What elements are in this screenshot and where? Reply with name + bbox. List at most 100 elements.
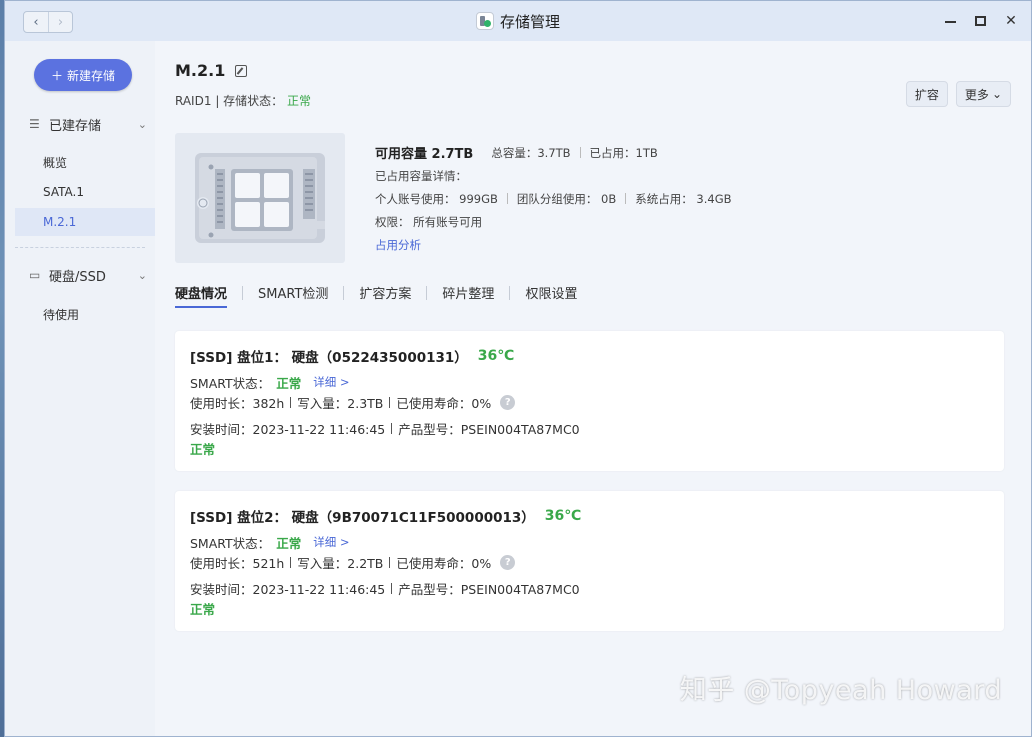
life-used: 已使用寿命：0% — [396, 555, 492, 571]
divider — [389, 556, 391, 568]
used-detail-breakdown: 个人账号使用： 999GB 团队分组使用： 0B 系统占用： 3.4GB — [375, 187, 732, 210]
minimize-icon — [945, 21, 956, 23]
raid-level: RAID1 — [175, 94, 212, 108]
main-panel: M.2.1 RAID1 | 存储状态： 正常 扩容 更多 ⌄ 可用容量 2.7T… — [155, 41, 1031, 736]
smart-status: 正常 — [276, 375, 302, 391]
divider — [391, 582, 393, 594]
disk-title: [SSD] 盘位2： 硬盘（9B70071C11F500000013） — [190, 510, 535, 526]
sidebar-item-overview[interactable]: 概览 — [15, 148, 155, 176]
more-label: 更多 — [964, 87, 989, 102]
disk-temperature: 36℃ — [544, 508, 582, 524]
close-button[interactable]: ✕ — [1005, 13, 1017, 29]
help-icon[interactable]: ? — [500, 394, 516, 410]
install-time: 安装时间：2023-11-22 11:46:45 — [190, 421, 386, 437]
new-storage-label: 新建存储 — [67, 68, 116, 83]
separator-text: | — [215, 94, 224, 108]
storage-app-icon — [475, 12, 494, 30]
disk-state: 正常 — [190, 601, 216, 617]
usage-analysis-link[interactable]: 占用分析 — [375, 237, 421, 253]
back-button[interactable]: ‹ — [24, 12, 48, 32]
database-icon: ☰ — [29, 117, 40, 131]
sidebar-item-m21[interactable]: M.2.1 — [15, 208, 155, 236]
volume-status-line: RAID1 | 存储状态： 正常 — [175, 92, 311, 109]
tab-divider — [426, 285, 428, 300]
smart-line: SMART状态： 正常 详细 > — [190, 532, 989, 552]
status-value: 正常 — [287, 94, 312, 108]
maximize-button[interactable] — [975, 13, 987, 29]
maximize-icon — [975, 16, 986, 26]
storage-manager-window: ‹ › 存储管理 ✕ ＋ 新建存储 ☰ 已建存储 ⌄ 概览 SATA.1 M.2… — [4, 0, 1032, 737]
volume-title: M.2.1 — [175, 61, 248, 80]
sidebar-item-sata1[interactable]: SATA.1 — [15, 178, 155, 206]
permission-info: 权限： 所有账号可用 — [375, 214, 483, 229]
divider — [389, 396, 391, 408]
install-time: 安装时间：2023-11-22 11:46:45 — [190, 581, 386, 597]
volume-name: M.2.1 — [175, 61, 226, 80]
tab-smart[interactable]: SMART检测 — [258, 283, 328, 308]
disk-title: [SSD] 盘位1： 硬盘（0522435000131） — [190, 350, 468, 366]
available-capacity: 可用容量 2.7TB — [375, 147, 474, 162]
sidebar-divider — [15, 247, 145, 248]
sidebar-item-unused[interactable]: 待使用 — [15, 300, 155, 328]
ssd-card-icon — [195, 153, 325, 243]
new-storage-button[interactable]: ＋ 新建存储 — [34, 59, 132, 91]
close-icon: ✕ — [1005, 13, 1017, 29]
sidebar-section-volumes[interactable]: ☰ 已建存储 ⌄ — [5, 111, 155, 137]
disk-card: [SSD] 盘位1： 硬盘（0522435000131） 36℃ SMART状态… — [175, 331, 1004, 471]
m2-ssd-illustration — [175, 133, 345, 263]
uptime: 使用时长：382h — [190, 395, 285, 411]
uptime: 使用时长：521h — [190, 555, 285, 571]
life-used: 已使用寿命：0% — [396, 395, 492, 411]
capacity-info: 可用容量 2.7TB 总容量：3.7TB 已占用：1TB 已占用容量详情： 个人… — [375, 141, 732, 256]
expand-button[interactable]: 扩容 — [905, 81, 948, 107]
tab-defrag[interactable]: 碎片整理 — [442, 283, 494, 308]
tab-divider — [242, 285, 244, 300]
tab-disk-status[interactable]: 硬盘情况 — [175, 283, 228, 308]
plus-icon: ＋ — [50, 68, 63, 83]
team-usage: 团队分组使用： 0B — [516, 191, 617, 206]
used-detail-title: 已占用容量详情： — [375, 168, 467, 183]
smart-detail-link[interactable]: 详细 > — [313, 534, 349, 550]
tab-bar: 硬盘情况 SMART检测 扩容方案 碎片整理 权限设置 — [175, 283, 577, 308]
help-icon[interactable]: ? — [500, 554, 516, 570]
tab-divider — [509, 285, 511, 300]
more-button[interactable]: 更多 ⌄ — [955, 81, 1011, 107]
edit-icon[interactable] — [235, 64, 248, 77]
smart-detail-link[interactable]: 详细 > — [313, 374, 349, 390]
usage-line: 使用时长：521h 写入量：2.2TB 已使用寿命：0% ? — [190, 552, 989, 572]
capacity-summary: 可用容量 2.7TB 总容量：3.7TB 已占用：1TB — [375, 141, 732, 164]
model: 产品型号：PSEIN004TA87MC0 — [398, 421, 580, 437]
minimize-button[interactable] — [945, 13, 957, 29]
nav-buttons: ‹ › — [23, 11, 73, 33]
sidebar: ＋ 新建存储 ☰ 已建存储 ⌄ 概览 SATA.1 M.2.1 ▭ 硬盘/SSD… — [5, 41, 155, 736]
tab-permissions[interactable]: 权限设置 — [525, 283, 577, 308]
smart-label: SMART状态： — [190, 375, 271, 391]
title-bar: ‹ › 存储管理 ✕ — [5, 1, 1031, 41]
tab-divider — [343, 285, 345, 300]
install-line: 安装时间：2023-11-22 11:46:45 产品型号：PSEIN004TA… — [190, 578, 989, 598]
tab-expansion[interactable]: 扩容方案 — [359, 283, 411, 308]
usage-line: 使用时长：382h 写入量：2.3TB 已使用寿命：0% ? — [190, 392, 989, 412]
watermark: 知乎 @Topyeah Howard — [679, 675, 1002, 706]
chevron-down-icon: ⌄ — [991, 87, 1002, 101]
smart-status: 正常 — [276, 535, 302, 551]
smart-label: SMART状态： — [190, 535, 271, 551]
chevron-down-icon: ⌄ — [137, 117, 147, 131]
sidebar-section-label: 硬盘/SSD — [49, 269, 106, 285]
window-controls: ✕ — [945, 13, 1017, 29]
hard-disk-icon: ▭ — [29, 268, 41, 282]
disk-header: [SSD] 盘位2： 硬盘（9B70071C11F500000013） 36℃ — [190, 506, 989, 526]
written: 写入量：2.2TB — [297, 555, 384, 571]
system-usage: 系统占用： 3.4GB — [635, 191, 732, 206]
divider — [579, 147, 581, 158]
forward-button[interactable]: › — [48, 12, 72, 32]
app-title: 存储管理 — [475, 11, 560, 32]
divider — [290, 556, 292, 568]
sidebar-section-disks[interactable]: ▭ 硬盘/SSD ⌄ — [5, 262, 155, 288]
disk-temperature: 36℃ — [477, 348, 515, 364]
disk-state: 正常 — [190, 441, 216, 457]
personal-usage: 个人账号使用： 999GB — [375, 191, 498, 206]
install-line: 安装时间：2023-11-22 11:46:45 产品型号：PSEIN004TA… — [190, 418, 989, 438]
status-label: 存储状态： — [223, 94, 284, 108]
disk-card: [SSD] 盘位2： 硬盘（9B70071C11F500000013） 36℃ … — [175, 491, 1004, 631]
